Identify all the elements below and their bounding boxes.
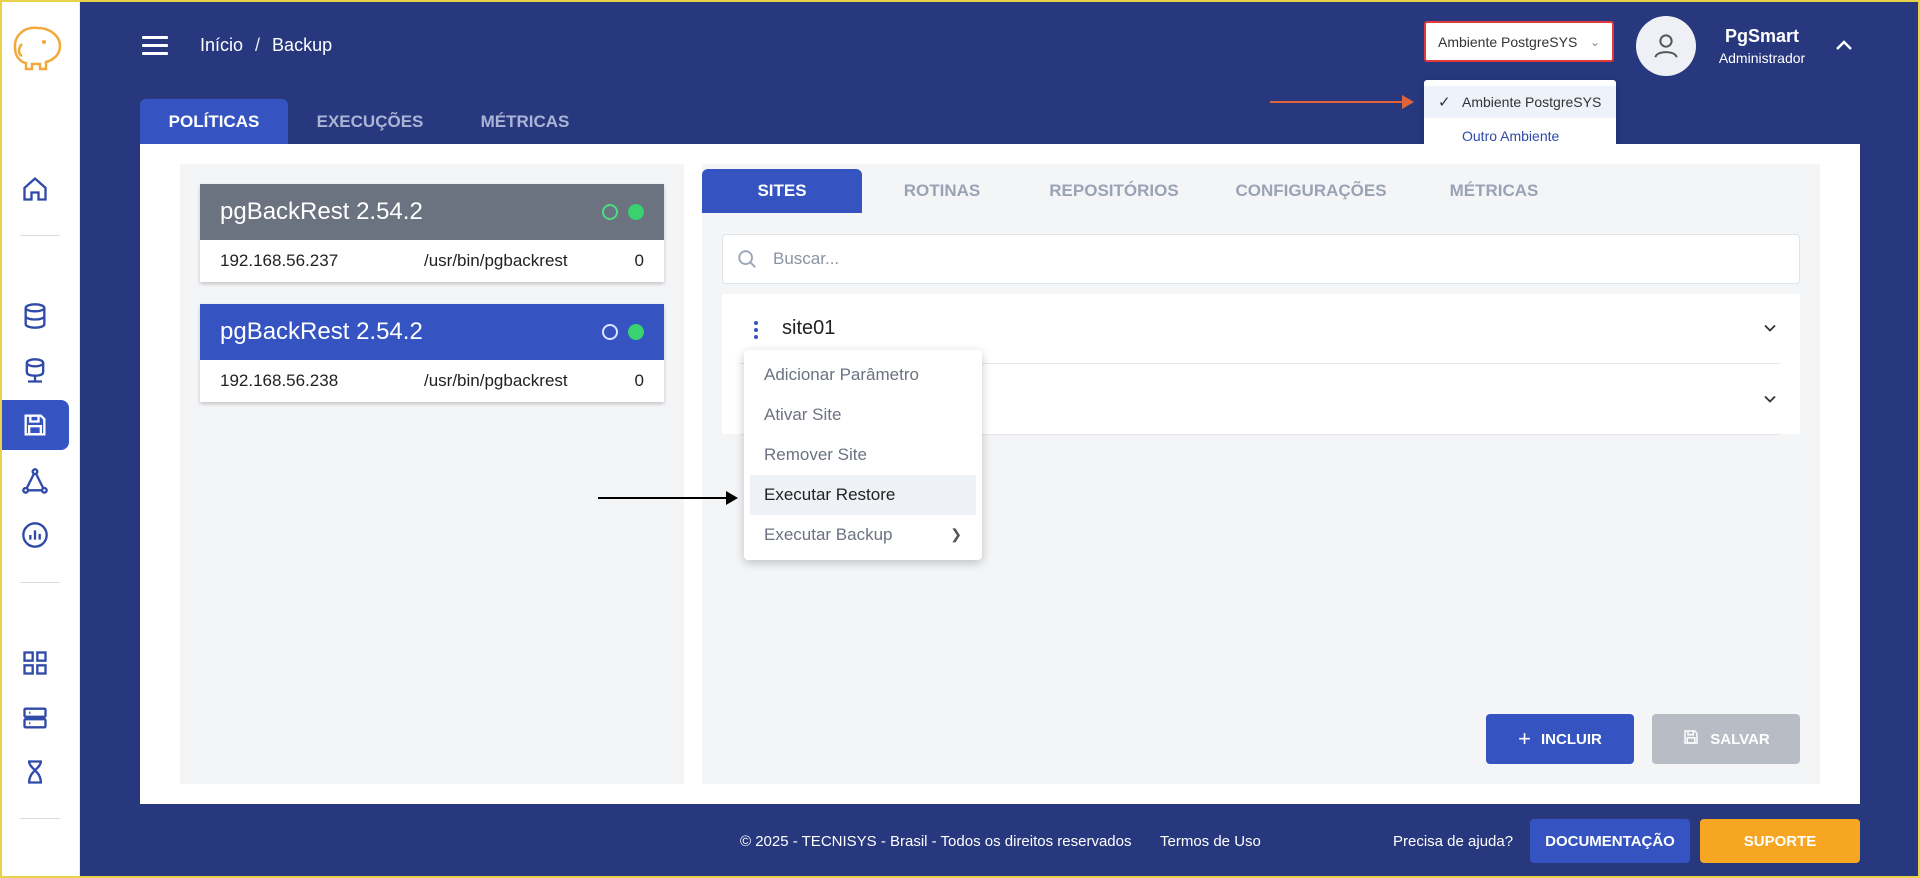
tab-politicas[interactable]: POLÍTICAS [140,99,288,145]
tab-configuracoes[interactable]: CONFIGURAÇÕES [1216,169,1406,213]
menu-item-label: Ativar Site [764,405,842,424]
server-card-title: pgBackRest 2.54.2 [220,318,423,345]
search-input[interactable]: Buscar... [722,234,1800,284]
chevron-down-icon: ⌄ [1589,35,1600,49]
server-count: 0 [634,371,644,390]
menu-item-label: Executar Backup [764,525,893,544]
documentation-button[interactable]: DOCUMENTAÇÃO [1530,819,1690,863]
elephant-logo-icon[interactable] [10,22,66,72]
server-status-icons [602,204,644,220]
environment-select-value: Ambiente PostgreSYS [1438,33,1578,50]
sidebar-divider [20,582,60,583]
chevron-down-icon[interactable] [1760,318,1780,343]
chevron-right-icon: ❯ [950,526,962,542]
sidebar-divider [20,235,60,236]
save-button[interactable]: SALVAR [1652,714,1800,764]
server-ip: 192.168.56.237 [220,251,339,270]
tab-metricas[interactable]: MÉTRICAS [452,99,598,145]
monitor-gauge-icon [602,204,618,220]
terms-link[interactable]: Termos de Uso [1160,833,1261,850]
include-button-label: INCLUIR [1541,730,1602,748]
status-online-icon [628,204,644,220]
server-card-title: pgBackRest 2.54.2 [220,198,423,225]
check-icon: ✓ [1438,94,1451,111]
search-icon [736,248,758,275]
breadcrumb-separator: / [255,35,261,55]
menu-item-label: Remover Site [764,445,867,464]
menu-item-label: Executar Restore [764,485,896,504]
monitor-gauge-icon [602,324,618,340]
user-name: PgSmart [1724,26,1800,46]
menu-item-executar-restore[interactable]: Executar Restore [750,475,976,515]
menu-item-ativar-site[interactable]: Ativar Site [750,395,976,435]
menu-item-adicionar-parametro[interactable]: Adicionar Parâmetro [750,355,976,395]
breadcrumb-current: Backup [272,35,333,55]
database-server-icon[interactable] [0,346,69,396]
avatar[interactable] [1636,16,1696,76]
footer-copyright: © 2025 - TECNISYS - Brasil - Todos os di… [740,833,1132,850]
tab-execucoes[interactable]: EXECUÇÕES [290,99,450,145]
site-name: site01 [782,317,836,339]
menu-item-remover-site[interactable]: Remover Site [750,435,976,475]
server-card-selected[interactable]: pgBackRest 2.54.2 192.168.56.238 /usr/bi… [200,304,664,402]
menu-item-executar-backup[interactable]: Executar Backup ❯ [750,515,976,555]
user-role: Administrador [1718,50,1806,66]
plus-icon: + [1518,726,1532,751]
server-path: /usr/bin/pgbackrest [424,371,568,390]
backup-save-icon[interactable] [0,400,69,450]
menu-item-label: Adicionar Parâmetro [764,365,919,384]
sidebar-divider [20,818,60,819]
server-card-header: pgBackRest 2.54.2 [200,304,664,360]
annotation-arrow [1270,95,1414,109]
more-vertical-icon[interactable] [744,316,768,344]
network-icon[interactable] [0,456,69,506]
tab-rotinas[interactable]: ROTINAS [872,169,1012,213]
chevron-down-icon[interactable] [1760,389,1780,414]
grid-icon[interactable] [0,638,69,688]
server-path: /usr/bin/pgbackrest [424,251,568,270]
server-ip: 192.168.56.238 [220,371,339,390]
annotation-arrow [598,491,738,505]
server-card[interactable]: pgBackRest 2.54.2 192.168.56.237 /usr/bi… [200,184,664,282]
environment-option-label: Ambiente PostgreSYS [1462,94,1602,110]
environment-option-label: Outro Ambiente [1462,128,1560,144]
help-text: Precisa de ajuda? [1393,833,1514,850]
server-card-header: pgBackRest 2.54.2 [200,184,664,240]
home-icon[interactable] [0,164,69,214]
chevron-up-icon[interactable] [1832,34,1856,63]
environment-option[interactable]: ✓ Ambiente PostgreSYS [1424,86,1616,118]
chart-icon[interactable] [0,510,69,560]
tab-sites[interactable]: SITES [702,169,862,213]
server-card-body: 192.168.56.238 /usr/bin/pgbackrest 0 [200,360,664,402]
server-icon[interactable] [0,693,69,743]
server-card-body: 192.168.56.237 /usr/bin/pgbackrest 0 [200,240,664,282]
server-count: 0 [634,251,644,270]
breadcrumb: Início / Backup [200,35,332,56]
environment-select[interactable]: Ambiente PostgreSYS ⌄ [1424,21,1614,62]
breadcrumb-home[interactable]: Início [200,35,243,56]
save-button-label: SALVAR [1710,730,1770,748]
tab-metricas-sub[interactable]: MÉTRICAS [1418,169,1570,213]
status-online-icon [628,324,644,340]
include-button[interactable]: + INCLUIR [1486,714,1634,764]
floppy-disk-icon [1682,728,1700,750]
tab-repositorios[interactable]: REPOSITÓRIOS [1026,169,1202,213]
server-status-icons [602,324,644,340]
site-context-menu: Adicionar Parâmetro Ativar Site Remover … [744,350,982,560]
database-icon[interactable] [0,291,69,341]
menu-toggle-icon[interactable] [142,36,168,56]
support-button[interactable]: SUPORTE [1700,819,1860,863]
sidebar [0,0,80,878]
hourglass-icon[interactable] [0,747,69,797]
